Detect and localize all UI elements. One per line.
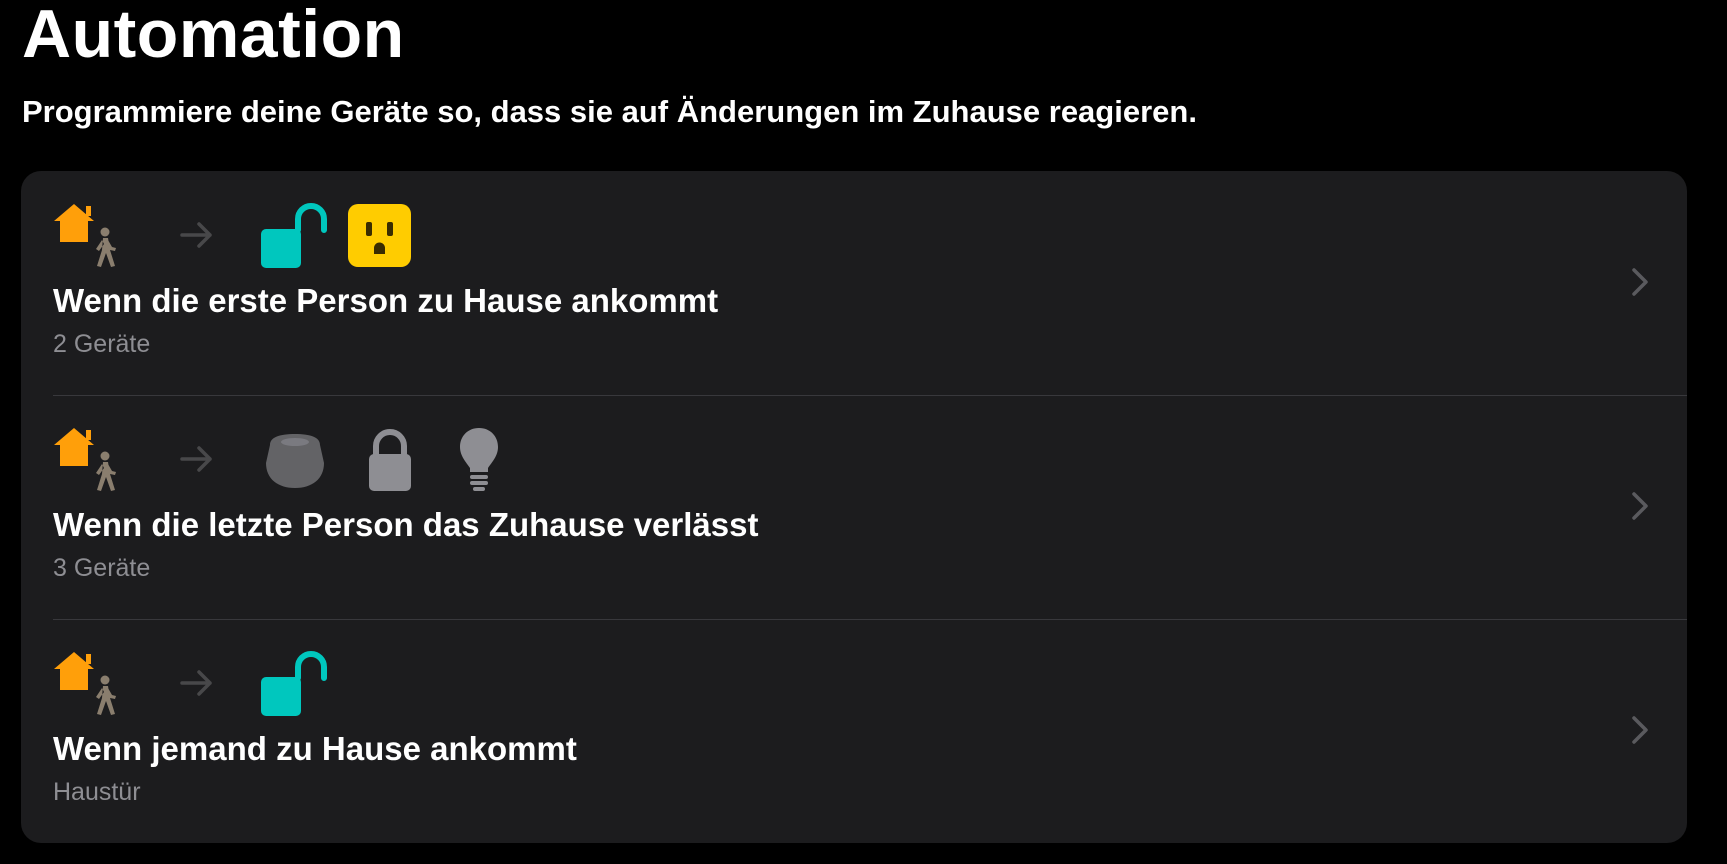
light-bulb-icon (460, 428, 498, 491)
automation-row-last-person-leaves[interactable]: Wenn die letzte Person das Zuhause verlä… (21, 395, 1687, 619)
automation-row-first-person-arrives[interactable]: Wenn die erste Person zu Hause ankommt 2… (21, 171, 1687, 395)
automation-subtitle: 2 Geräte (53, 330, 151, 358)
arrow-right-icon (180, 670, 212, 696)
arrow-right-icon (180, 222, 212, 248)
automation-page: Automation Programmiere deine Geräte so,… (0, 0, 1727, 864)
automation-icons (52, 203, 952, 269)
home-person-icon (54, 428, 116, 491)
automation-subtitle: 3 Geräte (53, 554, 151, 582)
homepod-mini-icon (266, 434, 324, 488)
automation-list: Wenn die erste Person zu Hause ankommt 2… (21, 171, 1687, 843)
automation-title: Wenn die letzte Person das Zuhause verlä… (53, 506, 759, 543)
home-person-icon (54, 204, 116, 267)
automation-title: Wenn die erste Person zu Hause ankommt (53, 282, 719, 319)
automation-icons (52, 651, 952, 717)
arrow-right-icon (180, 446, 212, 472)
automation-title: Wenn jemand zu Hause ankommt (53, 730, 577, 767)
page-subtitle: Programmiere deine Geräte so, dass sie a… (22, 94, 1197, 129)
chevron-right-icon (1632, 268, 1648, 296)
chevron-right-icon (1632, 492, 1648, 520)
unlocked-lock-icon (261, 203, 327, 268)
automation-icons (52, 427, 952, 493)
automation-subtitle: Haustür (53, 778, 141, 806)
home-person-icon (54, 652, 116, 715)
chevron-right-icon (1632, 716, 1648, 744)
page-title: Automation (22, 0, 405, 72)
automation-row-someone-arrives[interactable]: Wenn jemand zu Hause ankommt Haustür (21, 619, 1687, 843)
power-outlet-icon (348, 204, 411, 267)
locked-lock-icon (369, 429, 411, 491)
unlocked-lock-icon (261, 651, 327, 716)
